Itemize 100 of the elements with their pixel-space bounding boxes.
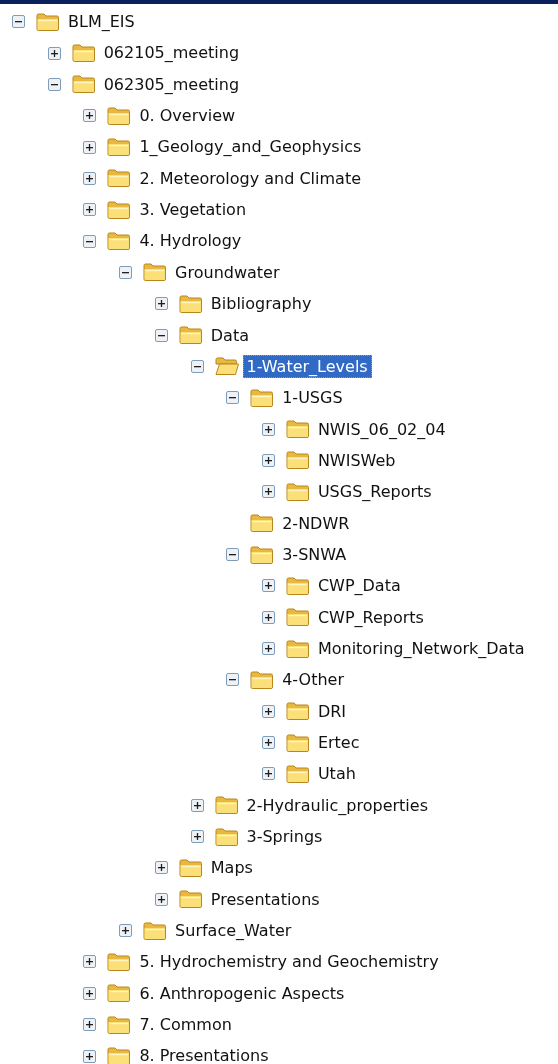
folder-icon [178,325,203,346]
folder-icon [143,262,168,283]
folder-icon [36,11,60,32]
collapse-icon[interactable] [83,234,97,248]
expand-icon[interactable] [261,610,275,624]
folder-name[interactable]: Maps [206,856,257,880]
folder-name[interactable]: Data [206,323,253,347]
folder-icon [285,701,310,722]
folder-icon [285,638,310,659]
expand-icon[interactable] [83,203,97,217]
folder-icon [107,105,132,126]
folder-icon [143,920,168,941]
expand-icon[interactable] [83,1049,97,1063]
folder-name[interactable]: 1_Geology_and_Geophysics [135,135,366,159]
expand-icon[interactable] [261,704,275,718]
folder-name[interactable]: 8. Presentations [135,1044,273,1064]
folder-icon [250,544,275,565]
folder-icon [107,952,132,972]
folder-name[interactable]: USGS_Reports [313,480,436,504]
open-folder-icon [214,356,239,377]
collapse-icon[interactable] [154,328,168,342]
folder-icon [178,857,203,878]
collapse-icon[interactable] [12,15,25,29]
expand-icon[interactable] [154,892,168,906]
folder-name[interactable]: 6. Anthropogenic Aspects [135,981,349,1005]
expand-icon[interactable] [261,422,275,436]
expand-icon[interactable] [83,171,97,185]
collapse-icon[interactable] [226,673,240,687]
folder-icon [250,513,275,534]
folder-name[interactable]: 4-Other [278,668,348,692]
folder-icon [107,231,132,252]
folder-icon [214,795,239,816]
folder-name[interactable]: CWP_Data [313,574,405,598]
folder-icon [285,732,310,753]
folder-name[interactable]: 2-NDWR [278,511,354,535]
folder-icon [285,419,310,440]
folder-icon [214,826,239,847]
folder-icon [107,1014,132,1035]
expand-icon[interactable] [83,986,97,1000]
collapse-icon[interactable] [190,359,204,373]
folder-name[interactable]: Groundwater [171,260,284,284]
expand-icon[interactable] [119,924,133,938]
folder-name[interactable]: NWIS_06_02_04 [313,417,450,441]
folder-icon [250,387,275,408]
folder-name[interactable]: 7. Common [135,1013,236,1037]
expand-icon[interactable] [83,140,97,154]
folder-name[interactable]: 1-USGS [278,386,347,410]
folder-icon [107,168,132,189]
folder-name[interactable]: CWP_Reports [313,605,428,629]
expand-icon[interactable] [47,46,61,60]
folder-icon [285,763,310,784]
folder-name[interactable]: Presentations [206,887,324,911]
expand-icon[interactable] [261,736,275,750]
collapse-icon[interactable] [47,77,61,91]
folder-name[interactable]: 3-SNWA [278,542,351,567]
folder-name[interactable]: 1-Water_Levels [242,354,372,379]
folder-icon [285,607,310,628]
folder-name[interactable]: Surface_Water [171,919,296,943]
expand-icon[interactable] [83,955,97,969]
expand-icon[interactable] [154,297,168,311]
folder-name[interactable]: Monitoring_Network_Data [313,636,529,661]
folder-icon [71,43,96,63]
folder-name[interactable]: NWISWeb [313,448,400,473]
expand-icon[interactable] [154,861,168,875]
folder-name[interactable]: DRI [313,699,351,723]
expand-icon[interactable] [261,454,275,467]
collapse-icon[interactable] [226,548,240,561]
folder-name[interactable]: 2. Meteorology and Climate [135,166,365,190]
folder-icon [250,669,275,690]
folder-icon [285,575,310,596]
folder-icon [178,293,203,314]
expand-icon[interactable] [261,642,275,656]
folder-name[interactable]: Ertec [313,731,364,755]
folder-name[interactable]: Bibliography [206,292,316,316]
folder-name[interactable]: 3-Springs [242,825,327,849]
folder-icon [178,889,203,910]
folder-name[interactable]: 0. Overview [135,104,240,128]
collapse-icon[interactable] [119,265,133,279]
folder-icon [107,1046,132,1064]
folder-name[interactable]: 062305_meeting [99,72,244,96]
folder-name[interactable]: 3. Vegetation [135,198,250,222]
expand-icon[interactable] [190,798,204,812]
expand-icon[interactable] [83,109,97,123]
expand-icon[interactable] [190,830,204,844]
folder-icon [107,983,132,1004]
folder-name[interactable]: BLM_EIS [64,10,139,34]
expand-icon[interactable] [83,1018,97,1032]
folder-name[interactable]: 2-Hydraulic_properties [242,793,432,817]
expand-icon[interactable] [261,579,275,593]
folder-icon [285,481,310,502]
folder-icon [107,199,132,220]
folder-icon [285,450,310,471]
folder-name[interactable]: Utah [313,762,360,786]
folder-name[interactable]: 5. Hydrochemistry and Geochemistry [135,950,443,974]
expand-icon[interactable] [261,767,275,781]
collapse-icon[interactable] [226,391,240,405]
folder-name[interactable]: 4. Hydrology [135,229,246,253]
folder-icon [107,137,132,158]
folder-name[interactable]: 062105_meeting [99,41,244,65]
expand-icon[interactable] [261,485,275,499]
